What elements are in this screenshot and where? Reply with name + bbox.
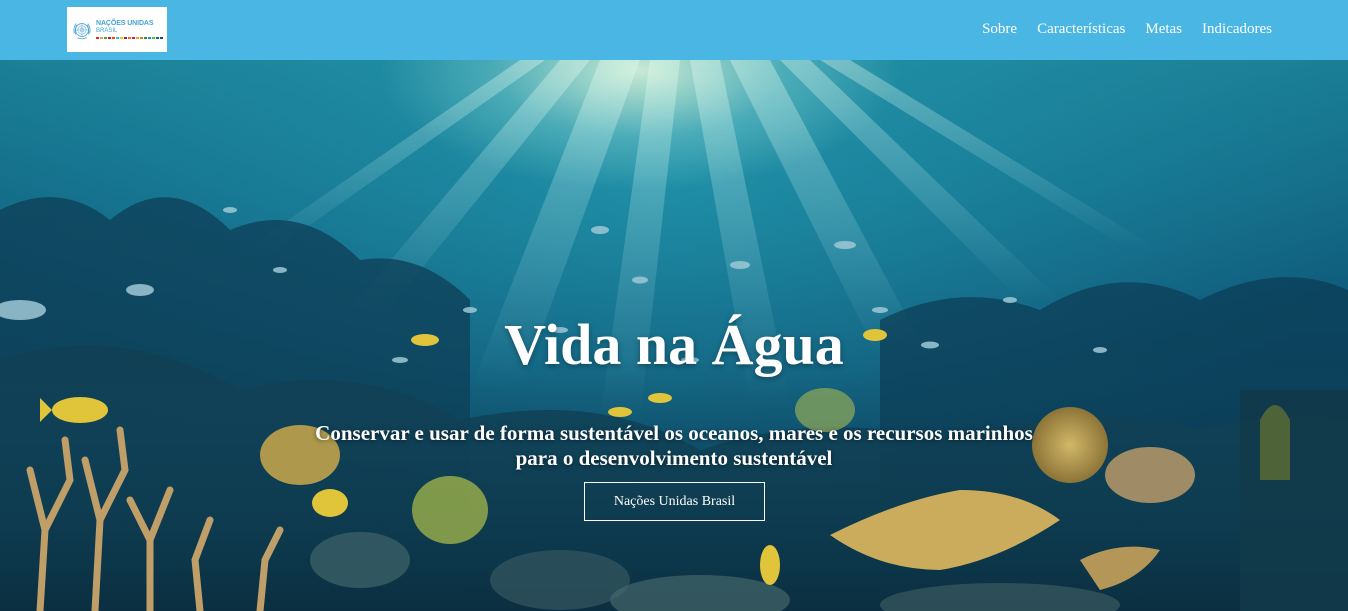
sdg-color-swatch bbox=[132, 37, 135, 39]
site-header: NAÇÕES UNIDAS BRASIL Sobre Característic… bbox=[0, 0, 1348, 60]
sdg-color-swatch bbox=[124, 37, 127, 39]
hero-section: Vida na Água Conservar e usar de forma s… bbox=[0, 60, 1348, 611]
sdg-color-swatch bbox=[116, 37, 119, 39]
sdg-color-swatch bbox=[156, 37, 159, 39]
sdg-color-swatch bbox=[120, 37, 123, 39]
nav-link-metas[interactable]: Metas bbox=[1145, 19, 1182, 39]
hero-title: Vida na Água bbox=[504, 312, 844, 377]
logo-name: NAÇÕES UNIDAS bbox=[96, 20, 154, 27]
sdg-color-swatch bbox=[108, 37, 111, 39]
sdg-color-swatch bbox=[112, 37, 115, 39]
sdg-color-swatch bbox=[152, 37, 155, 39]
sdg-color-swatch bbox=[96, 37, 99, 39]
main-nav: Sobre Características Metas Indicadores bbox=[982, 19, 1272, 39]
sdg-color-swatch bbox=[104, 37, 107, 39]
logo-text: NAÇÕES UNIDAS BRASIL bbox=[96, 20, 163, 39]
sdg-color-swatch bbox=[160, 37, 163, 39]
nav-link-caracteristicas[interactable]: Características bbox=[1037, 19, 1125, 39]
logo-subname: BRASIL bbox=[96, 28, 118, 34]
sdg-color-swatch bbox=[148, 37, 151, 39]
sdg-color-swatch bbox=[100, 37, 103, 39]
un-brasil-logo[interactable]: NAÇÕES UNIDAS BRASIL bbox=[67, 7, 167, 52]
hero-subtitle: Conservar e usar de forma sustentável os… bbox=[315, 421, 1033, 470]
nav-link-sobre[interactable]: Sobre bbox=[982, 19, 1017, 39]
sdg-color-swatch bbox=[144, 37, 147, 39]
sdg-color-swatch bbox=[128, 37, 131, 39]
nav-link-indicadores[interactable]: Indicadores bbox=[1202, 19, 1272, 39]
sdg-color-swatch bbox=[136, 37, 139, 39]
un-brasil-button[interactable]: Nações Unidas Brasil bbox=[584, 482, 765, 521]
un-emblem-icon bbox=[73, 22, 91, 39]
sdg-color-swatch bbox=[140, 37, 143, 39]
sdg-color-strip bbox=[96, 37, 163, 39]
